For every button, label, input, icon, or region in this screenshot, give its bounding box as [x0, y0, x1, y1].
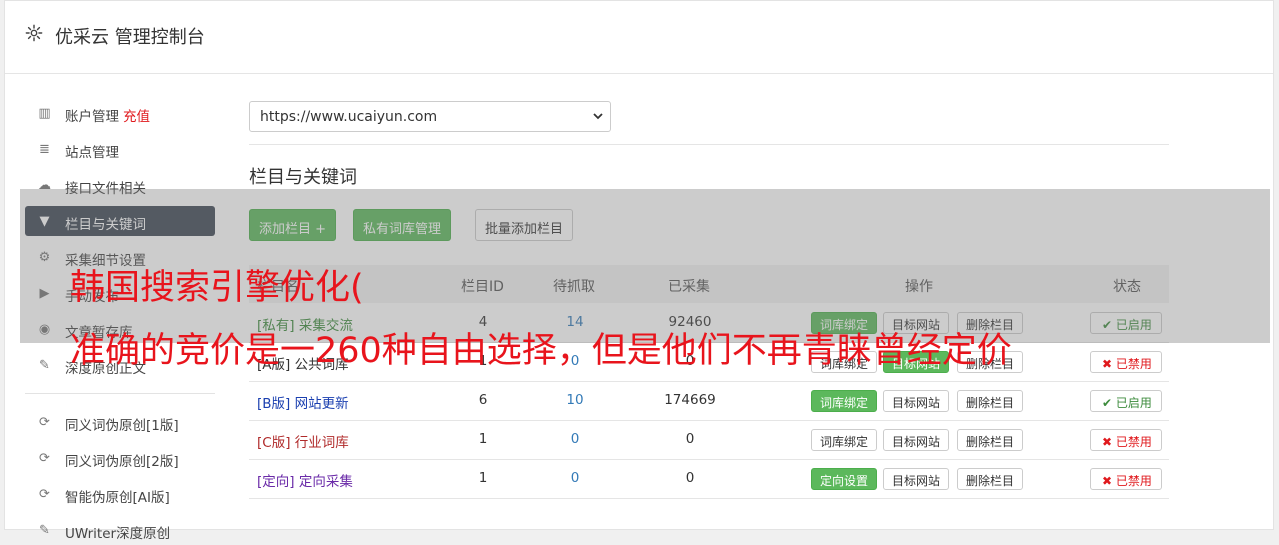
collected-count: 0: [685, 431, 695, 447]
pending-count-link[interactable]: 10: [545, 392, 605, 408]
column-name: 网站更新: [294, 396, 349, 412]
close-icon: ✖: [1102, 474, 1113, 488]
sidebar-item-label: 同义词伪原创[1版]: [65, 418, 179, 434]
status-label: 已禁用: [1115, 435, 1152, 449]
site-select-value: https://www.ucaiyun.com: [260, 109, 438, 125]
status-toggle[interactable]: ✔ 已启用: [1090, 390, 1162, 412]
status-label: 已启用: [1115, 396, 1152, 410]
sidebar-item-synonym-v1[interactable]: ⟳ 同义词伪原创[1版]: [25, 407, 215, 437]
column-name-cell[interactable]: [B版] 网站更新: [257, 392, 349, 412]
pending-count-link[interactable]: 0: [545, 431, 605, 447]
pending-count-link[interactable]: 0: [545, 470, 605, 486]
sidebar-item-label: 智能伪原创[AI版]: [65, 490, 170, 506]
refresh-icon: ⟳: [39, 415, 50, 430]
lexicon-bind-button[interactable]: 词库绑定: [811, 429, 878, 451]
bar-chart-icon: ▥: [38, 106, 51, 121]
sidebar-item-label: 站点管理: [65, 145, 119, 161]
column-type: [C版]: [257, 435, 291, 451]
sidebar-item-synonym-v2[interactable]: ⟳ 同义词伪原创[2版]: [25, 443, 215, 473]
sidebar-item-sites[interactable]: ≣ 站点管理: [25, 134, 215, 164]
delete-column-button[interactable]: 删除栏目: [957, 468, 1024, 490]
refresh-icon: ⟳: [39, 451, 50, 466]
table-row: [定向] 定向采集 1 0 0 定向设置 目标网站 删除栏目 ✖ 已禁用: [249, 459, 1169, 499]
sidebar-divider: [25, 393, 215, 394]
target-site-button[interactable]: 目标网站: [883, 468, 950, 490]
status-toggle[interactable]: ✖ 已禁用: [1090, 429, 1162, 451]
column-type: [定向]: [257, 474, 295, 490]
table-row: [C版] 行业词库 1 0 0 词库绑定 目标网站 删除栏目 ✖ 已禁用: [249, 420, 1169, 460]
status-toggle[interactable]: ✖ 已禁用: [1090, 468, 1162, 490]
site-select[interactable]: https://www.ucaiyun.com: [249, 101, 611, 132]
recharge-link[interactable]: 充值: [123, 109, 150, 125]
column-name-cell[interactable]: [定向] 定向采集: [257, 470, 353, 490]
sidebar-item-account[interactable]: ▥ 账户管理 充值: [25, 98, 215, 128]
sidebar-item-ai-rewrite[interactable]: ⟳ 智能伪原创[AI版]: [25, 479, 215, 509]
column-type: [B版]: [257, 396, 291, 412]
target-site-button[interactable]: 目标网站: [883, 429, 950, 451]
close-icon: ✖: [1102, 357, 1113, 371]
column-id: 1: [478, 431, 488, 447]
collected-count: 0: [685, 470, 695, 486]
edit-icon: ✎: [39, 358, 50, 373]
edit-icon: ✎: [39, 523, 50, 538]
status-toggle[interactable]: ✖ 已禁用: [1090, 351, 1162, 373]
column-name: 定向采集: [298, 474, 353, 490]
gear-icon: [25, 24, 43, 42]
check-icon: ✔: [1102, 396, 1113, 410]
column-name-cell[interactable]: [C版] 行业词库: [257, 431, 349, 451]
overlay-headline: 韩国搜索引擎优化(: [70, 268, 364, 308]
delete-column-button[interactable]: 删除栏目: [957, 429, 1024, 451]
sidebar-item-label: 账户管理: [65, 109, 119, 125]
overlay-banner: [20, 189, 1270, 343]
refresh-icon: ⟳: [39, 487, 50, 502]
sidebar-item-uwriter[interactable]: ✎ UWriter深度原创: [25, 515, 215, 545]
page-title: 优采云 管理控制台: [55, 27, 205, 48]
target-site-button[interactable]: 目标网站: [883, 390, 950, 412]
app-window: 优采云 管理控制台 ▥ 账户管理 充值 ≣ 站点管理 ☁ 接口文件相关 ▼ 栏目与…: [4, 0, 1274, 542]
top-bar: 优采云 管理控制台: [5, 1, 1273, 74]
column-id: 6: [478, 392, 488, 408]
status-label: 已禁用: [1115, 357, 1152, 371]
divider: [249, 144, 1169, 145]
overlay-subline: 准确的竞价是一260种自由选择，但是他们不再青睐曾经定价: [70, 331, 1012, 371]
sidebar-item-label: 同义词伪原创[2版]: [65, 454, 179, 470]
lexicon-bind-button[interactable]: 定向设置: [811, 468, 878, 490]
server-icon: ≣: [39, 142, 50, 157]
delete-column-button[interactable]: 删除栏目: [957, 390, 1024, 412]
close-icon: ✖: [1102, 435, 1113, 449]
status-label: 已禁用: [1115, 474, 1152, 488]
lexicon-bind-button[interactable]: 词库绑定: [811, 390, 878, 412]
section-title: 栏目与关键词: [249, 167, 357, 188]
collected-count: 174669: [664, 392, 716, 408]
chevron-down-icon: [593, 113, 603, 120]
table-row: [B版] 网站更新 6 10 174669 词库绑定 目标网站 删除栏目 ✔ 已启用: [249, 381, 1169, 421]
sidebar-item-label: UWriter深度原创: [65, 526, 171, 542]
column-name: 行业词库: [294, 435, 349, 451]
column-id: 1: [478, 470, 488, 486]
